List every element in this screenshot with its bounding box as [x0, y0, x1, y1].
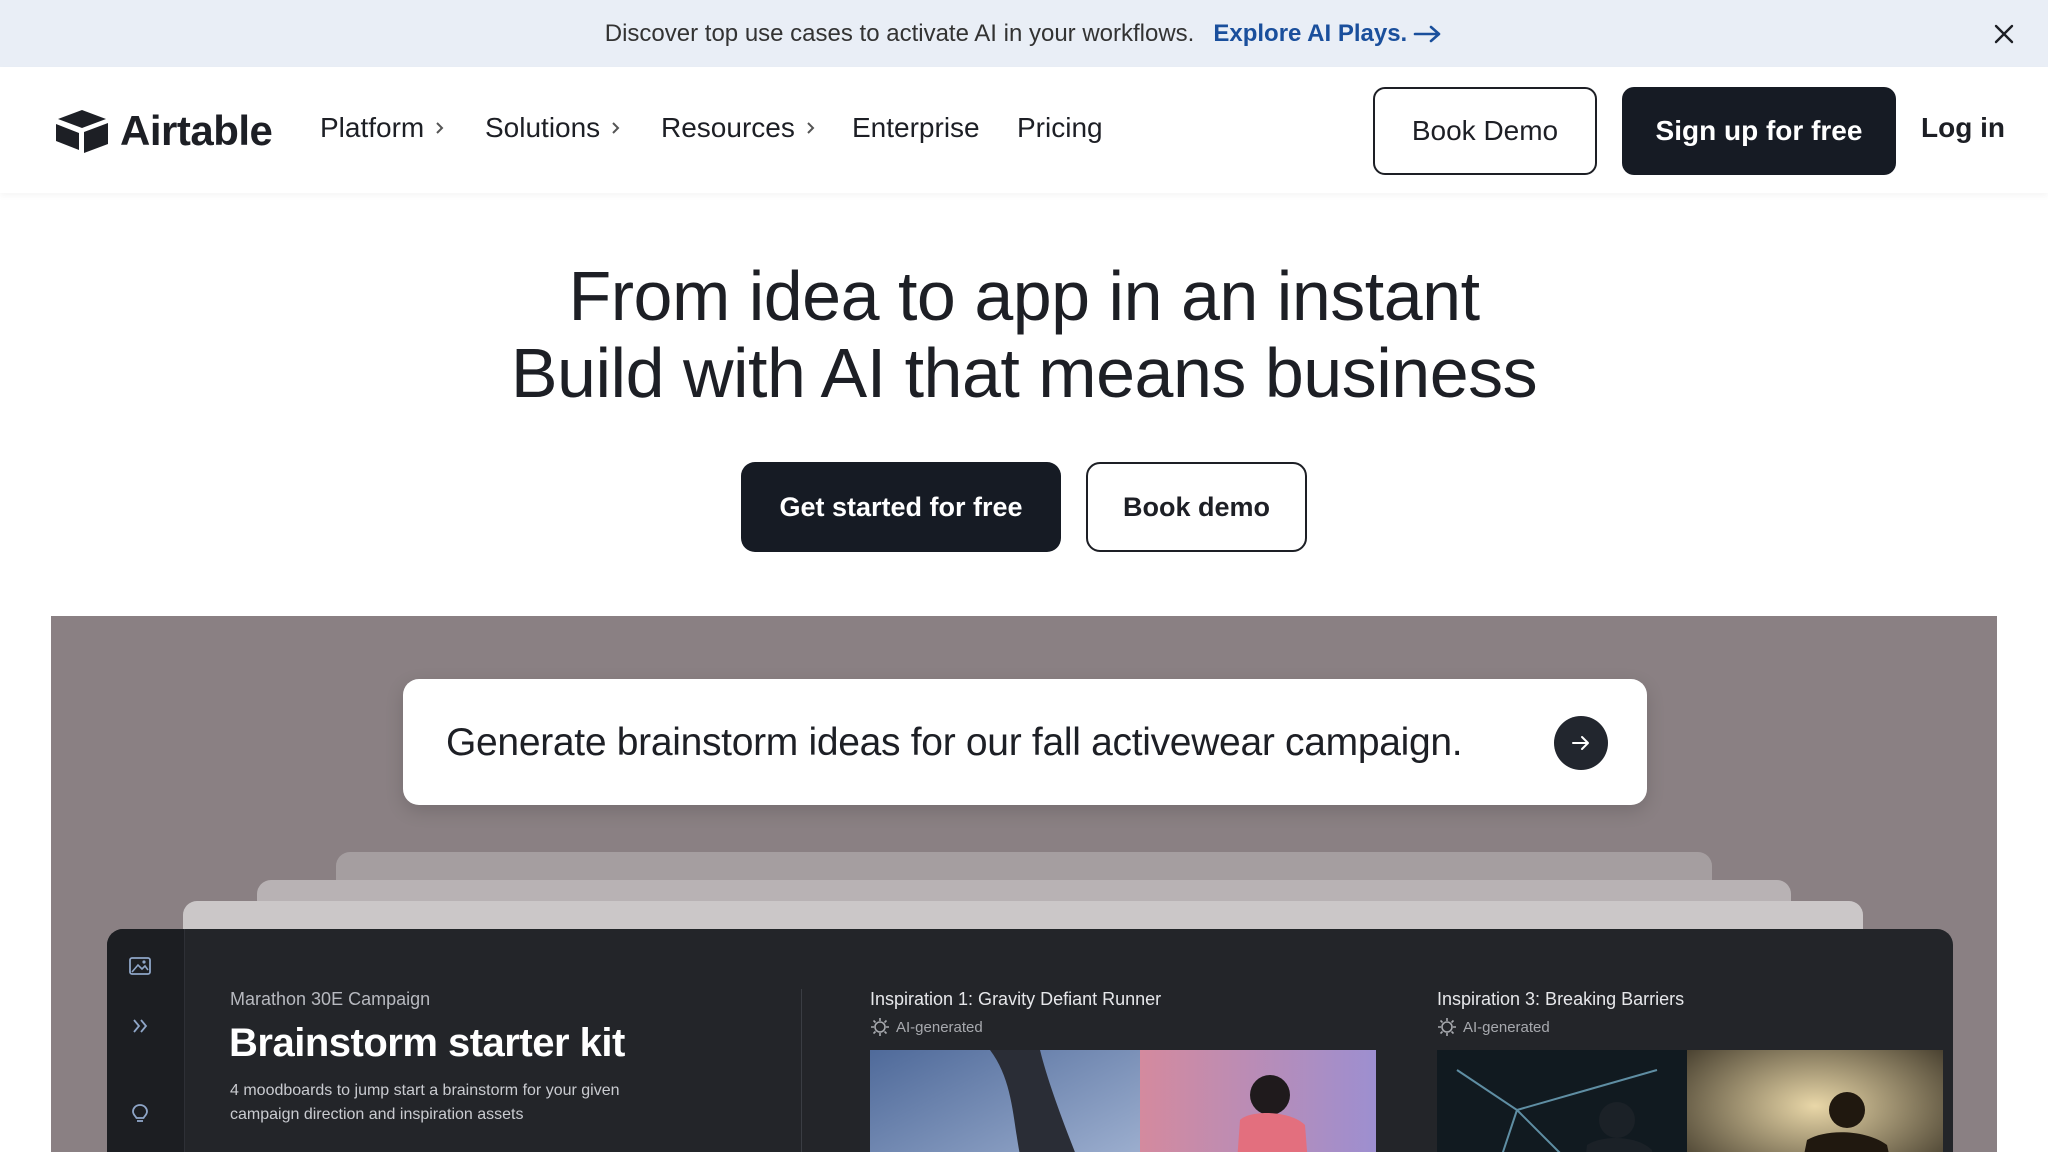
nav-item-label: Pricing — [1017, 112, 1103, 143]
chevron-right-icon — [612, 122, 620, 134]
prompt-text: Generate brainstorm ideas for our fall a… — [446, 721, 1463, 764]
inspiration-title: Inspiration 3: Breaking Barriers — [1437, 989, 1685, 1009]
nav-item-platform[interactable]: Platform — [320, 112, 446, 144]
inspiration-image-breaking-barriers[interactable] — [1437, 1050, 1943, 1152]
inspiration-image-runner[interactable] — [870, 1050, 1376, 1152]
hero-title-line1: From idea to app in an instant — [568, 257, 1480, 335]
get-started-button[interactable]: Get started for free — [741, 462, 1061, 552]
banner-link-label: Explore AI Plays. — [1213, 19, 1408, 47]
nav-item-enterprise[interactable]: Enterprise — [852, 112, 980, 144]
kit-description: 4 moodboards to jump start a brainstorm … — [230, 1082, 620, 1123]
kit-title: Brainstorm starter kit — [229, 1021, 625, 1065]
arrow-right-icon — [1413, 25, 1441, 42]
sign-up-button[interactable]: Sign up for free — [1622, 87, 1896, 175]
nav-item-solutions[interactable]: Solutions — [485, 112, 622, 144]
nav-item-label: Platform — [320, 112, 425, 143]
nav-item-label: Resources — [661, 112, 795, 143]
product-showcase: Generate brainstorm ideas for our fall a… — [51, 616, 1997, 1152]
airtable-logo-icon — [56, 110, 108, 153]
explore-ai-plays-link[interactable]: Explore AI Plays. — [1213, 20, 1443, 48]
nav-item-resources[interactable]: Resources — [661, 112, 817, 144]
inspiration-title: Inspiration 1: Gravity Defiant Runner — [870, 989, 1162, 1009]
send-prompt-button[interactable] — [1554, 716, 1608, 770]
nav-item-pricing[interactable]: Pricing — [1017, 112, 1103, 144]
ai-generated-tag: AI-generated — [870, 1017, 983, 1037]
expand-double-chevron-icon[interactable] — [127, 1013, 153, 1039]
book-demo-hero-button[interactable]: Book demo — [1086, 462, 1307, 552]
logo-text: Airtable — [120, 107, 273, 154]
ai-generated-tag: AI-generated — [1437, 1017, 1550, 1037]
announcement-banner: Discover top use cases to activate AI in… — [0, 0, 2048, 67]
app-sidebar-rail — [107, 929, 185, 1152]
app-preview-window: Marathon 30E Campaign Brainstorm starter… — [107, 929, 1953, 1152]
top-navigation: Airtable Platform Solutions Resources En… — [0, 67, 2048, 193]
sparkle-icon — [871, 1018, 889, 1036]
image-icon[interactable] — [127, 953, 153, 979]
campaign-name: Marathon 30E Campaign — [230, 989, 431, 1009]
chevron-right-icon — [807, 122, 815, 134]
book-demo-button[interactable]: Book Demo — [1373, 87, 1597, 175]
ai-generated-label: AI-generated — [896, 1018, 983, 1036]
ai-generated-label: AI-generated — [1463, 1018, 1550, 1036]
nav-item-label: Solutions — [485, 112, 601, 143]
hero-title: From idea to app in an instant Build wit… — [0, 258, 2048, 412]
hero-title-line2: Build with AI that means business — [510, 334, 1538, 412]
arrow-right-icon — [1572, 736, 1589, 750]
airtable-logo[interactable]: Airtable — [54, 107, 273, 155]
close-icon[interactable] — [1990, 20, 2018, 48]
nav-item-label: Enterprise — [852, 112, 980, 143]
banner-text: Discover top use cases to activate AI in… — [604, 19, 1195, 47]
sparkle-icon — [1438, 1018, 1456, 1036]
log-in-link[interactable]: Log in — [1921, 112, 2005, 144]
column-divider — [801, 989, 802, 1152]
ai-prompt-box[interactable]: Generate brainstorm ideas for our fall a… — [403, 679, 1647, 805]
chevron-right-icon — [436, 122, 444, 134]
lightbulb-icon[interactable] — [127, 1101, 153, 1127]
